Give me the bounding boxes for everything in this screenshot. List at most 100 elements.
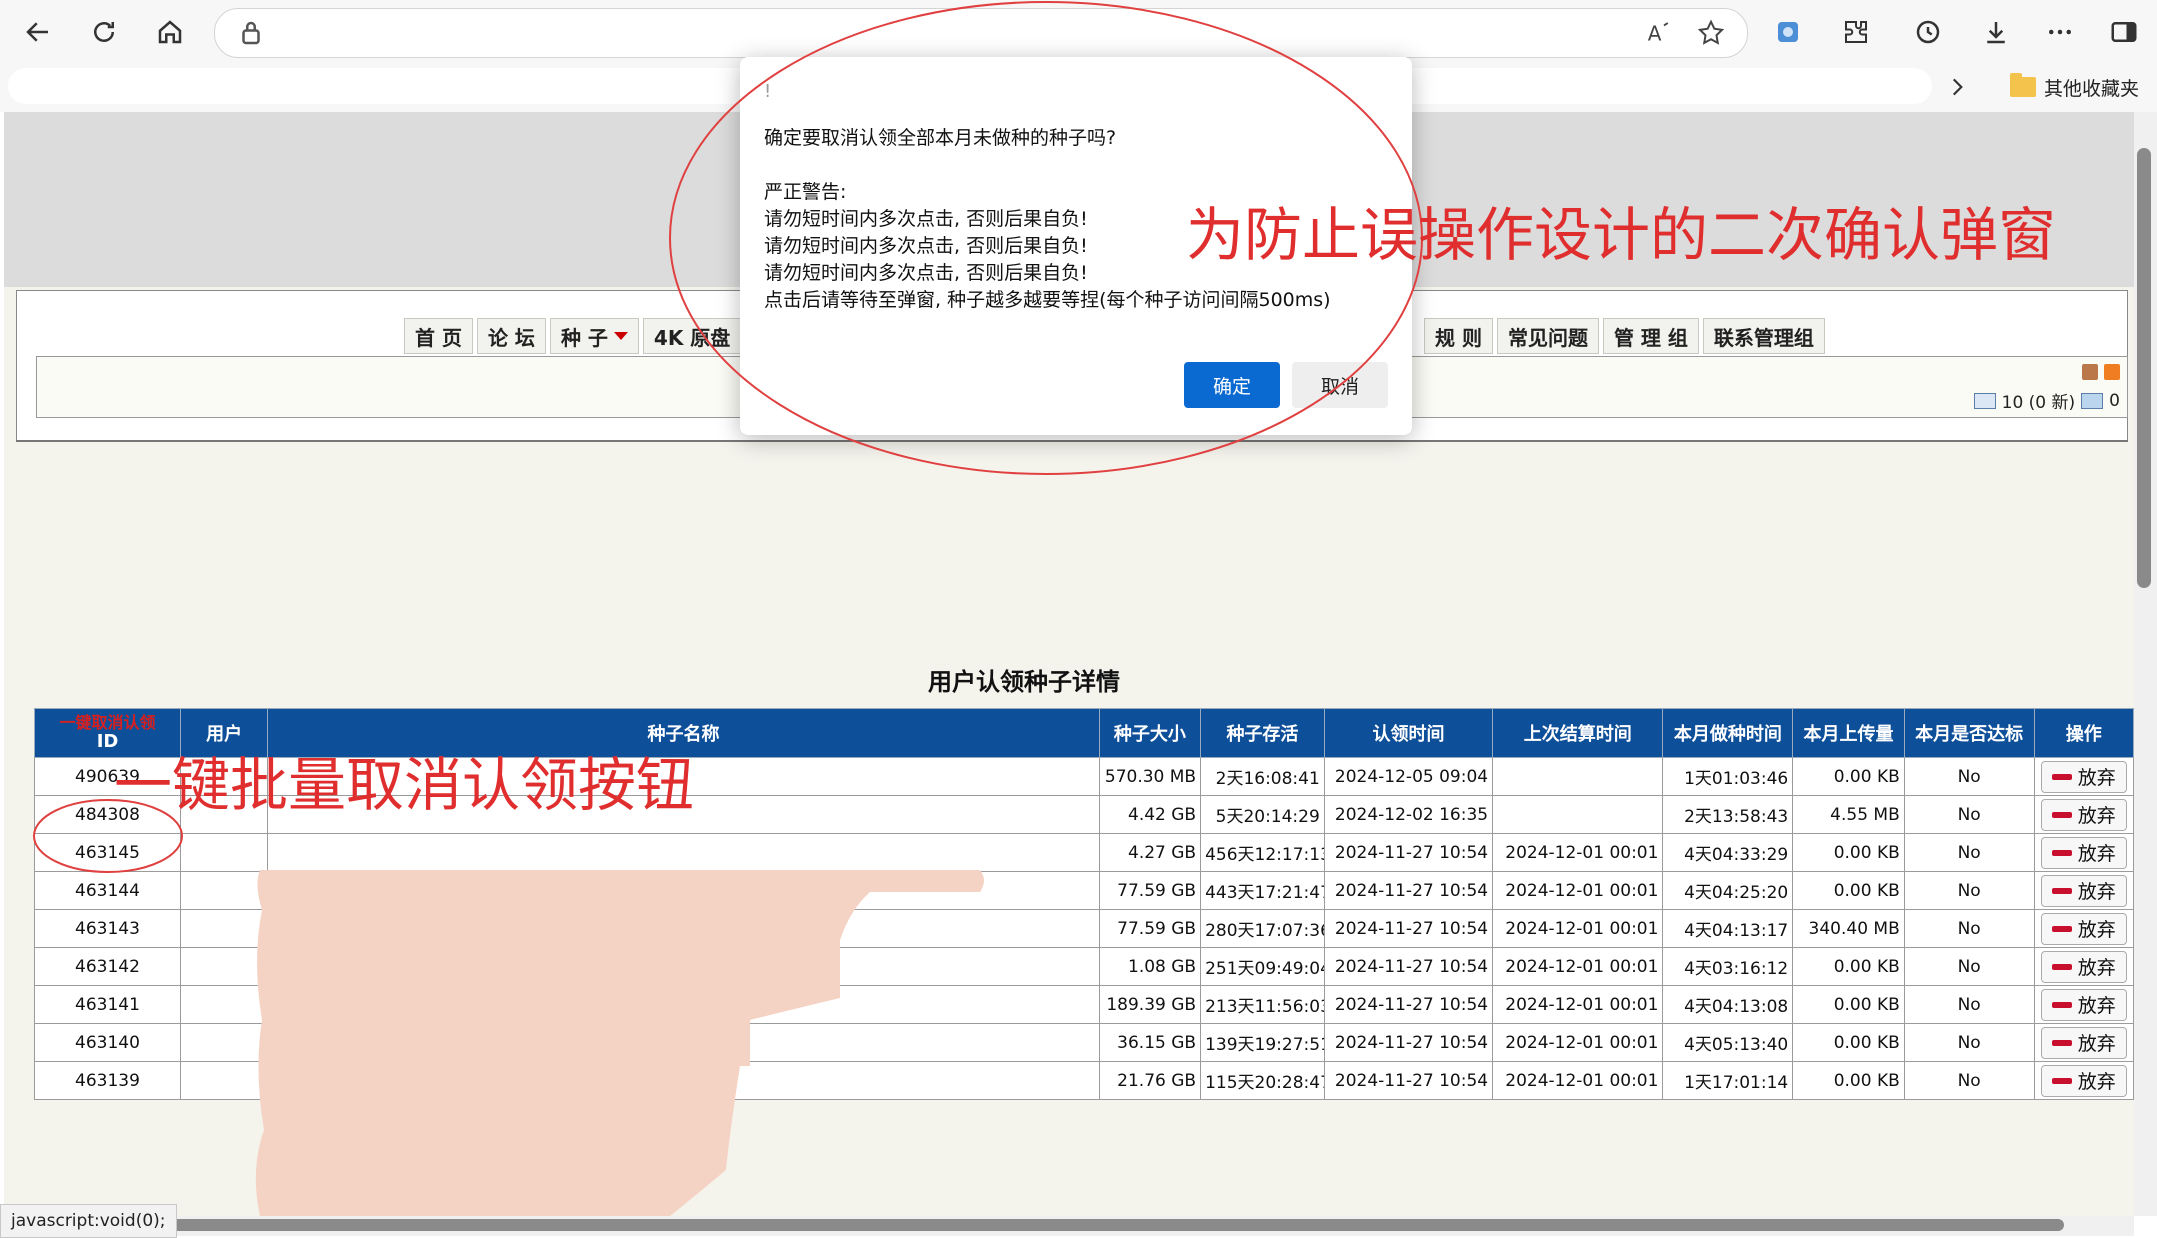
cell-seed-time: 4天04:13:17 (1662, 909, 1794, 948)
minus-icon (2051, 887, 2072, 894)
more-icon[interactable] (2038, 10, 2082, 54)
dialog-question: 确定要取消认领全部本月未做种的种子吗? (764, 127, 1117, 149)
nav-item-rules[interactable]: 规 则 (1424, 318, 1493, 354)
extension-icon[interactable] (1766, 10, 1810, 54)
nav-item-4k[interactable]: 4K 原盘 (642, 318, 742, 354)
give-up-label: 放弃 (2077, 843, 2116, 865)
read-aloud-icon[interactable]: A (1637, 11, 1681, 55)
give-up-button[interactable]: 放弃 (2040, 874, 2127, 907)
cancel-button[interactable]: 取消 (1292, 362, 1388, 408)
give-up-label: 放弃 (2077, 1071, 2116, 1093)
cell-upload: 0.00 KB (1792, 757, 1905, 796)
home-icon[interactable] (148, 10, 192, 54)
favorite-star-icon[interactable] (1689, 11, 1733, 55)
rss-icon[interactable] (2104, 364, 2120, 380)
give-up-button[interactable]: 放弃 (2040, 950, 2127, 983)
favorites-folder[interactable]: 其他收藏夹 (2010, 70, 2139, 104)
cell-qualified: No (1903, 757, 2035, 796)
cell-action: 放弃 (2033, 1023, 2135, 1062)
col-qualified: 本月是否达标 (1903, 708, 2035, 758)
give-up-button[interactable]: 放弃 (2040, 1064, 2127, 1097)
minus-icon (2051, 849, 2072, 856)
divider (16, 440, 2128, 442)
cell-size: 77.59 GB (1098, 909, 1202, 948)
cell-size: 1.08 GB (1098, 947, 1202, 986)
cell-claim-time: 2024-11-27 10:54 (1323, 1061, 1494, 1100)
give-up-button[interactable]: 放弃 (2040, 1026, 2127, 1059)
batch-unclaim-button[interactable]: 一键取消认领 (39, 714, 176, 731)
cell-size: 21.76 GB (1098, 1061, 1202, 1100)
lock-icon[interactable] (229, 11, 273, 55)
cell-action: 放弃 (2033, 985, 2135, 1024)
history-icon[interactable] (1906, 10, 1950, 54)
cell-claim-time: 2024-11-27 10:54 (1323, 985, 1494, 1024)
horizontal-scroll-thumb[interactable] (150, 1219, 2064, 1231)
cell-id: 463143 (33, 909, 182, 948)
give-up-label: 放弃 (2077, 995, 2116, 1017)
chevron-right-icon[interactable] (1944, 74, 1970, 104)
cell-last-settle: 2024-12-01 00:01 (1492, 909, 1664, 948)
cell-qualified: No (1903, 1061, 2035, 1100)
cell-qualified: No (1903, 795, 2035, 834)
cell-seed-time: 4天04:33:29 (1662, 833, 1794, 872)
ok-button[interactable]: 确定 (1184, 362, 1280, 408)
give-up-button[interactable]: 放弃 (2040, 912, 2127, 945)
cell-upload: 0.00 KB (1792, 1061, 1905, 1100)
cell-size: 4.42 GB (1098, 795, 1202, 834)
cell-size: 36.15 GB (1098, 1023, 1202, 1062)
nav-item-contact-staff[interactable]: 联系管理组 (1702, 318, 1825, 354)
cell-size: 570.30 MB (1098, 757, 1202, 796)
cell-id: 463144 (33, 871, 182, 910)
download-icon[interactable] (1974, 10, 2018, 54)
cell-last-settle: 2024-12-01 00:01 (1492, 833, 1664, 872)
cell-action: 放弃 (2033, 871, 2135, 910)
cell-torrent-name (267, 833, 1100, 872)
give-up-button[interactable]: 放弃 (2040, 836, 2127, 869)
nav-item-torrents[interactable]: 种 子 (549, 318, 639, 354)
give-up-label: 放弃 (2077, 919, 2116, 941)
cell-upload: 0.00 KB (1792, 833, 1905, 872)
dialog-warning-line: 点击后请等待至弹窗, 种子越多越要等捏(每个种子访问间隔500ms) (764, 289, 1331, 311)
cell-upload: 0.00 KB (1792, 985, 1905, 1024)
nav-item-home[interactable]: 首 页 (404, 318, 473, 354)
main-nav-left: 首 页 论 坛 种 子 4K 原盘 (404, 318, 742, 354)
nav-item-faq[interactable]: 常见问题 (1496, 318, 1599, 354)
cell-claim-time: 2024-11-27 10:54 (1323, 871, 1494, 910)
back-icon[interactable] (16, 10, 60, 54)
puzzle-icon[interactable] (1834, 10, 1878, 54)
user-quick-icons (2082, 364, 2120, 380)
address-bar[interactable]: A (214, 8, 1748, 58)
cell-id: 463145 (33, 833, 182, 872)
give-up-button[interactable]: 放弃 (2040, 798, 2127, 831)
give-up-label: 放弃 (2077, 767, 2116, 789)
cell-size: 4.27 GB (1098, 833, 1202, 872)
minus-icon (2051, 773, 2072, 780)
cell-alive: 443天17:21:47 (1200, 871, 1325, 910)
col-size: 种子大小 (1098, 708, 1202, 758)
friends-icon[interactable] (2082, 364, 2098, 380)
cell-last-settle: 2024-12-01 00:01 (1492, 1023, 1664, 1062)
cell-alive: 139天19:27:51 (1200, 1023, 1325, 1062)
nav-item-forum[interactable]: 论 坛 (476, 318, 546, 354)
browser-toolbar: A (0, 0, 2157, 64)
cell-seed-time: 4天05:13:40 (1662, 1023, 1794, 1062)
give-up-button[interactable]: 放弃 (2040, 988, 2127, 1021)
cell-upload: 4.55 MB (1792, 795, 1905, 834)
nav-item-staff[interactable]: 管 理 组 (1602, 318, 1699, 354)
cell-qualified: No (1903, 833, 2035, 872)
col-alive: 种子存活 (1200, 708, 1325, 758)
cell-alive: 5天20:14:29 (1200, 795, 1325, 834)
sidebar-icon[interactable] (2102, 10, 2146, 54)
cell-action: 放弃 (2033, 833, 2135, 872)
dialog-title: ! (764, 81, 772, 102)
caret-down-icon (613, 332, 628, 340)
cell-claim-time: 2024-11-27 10:54 (1323, 909, 1494, 948)
vertical-scroll-thumb[interactable] (2137, 148, 2151, 588)
give-up-button[interactable]: 放弃 (2040, 760, 2127, 793)
col-seed-time: 本月做种时间 (1662, 708, 1794, 758)
refresh-icon[interactable] (82, 10, 126, 54)
col-action: 操作 (2033, 708, 2135, 758)
cell-size: 189.39 GB (1098, 985, 1202, 1024)
inbox-count: 10 (0 新) (2001, 393, 2076, 413)
message-counter[interactable]: 10 (0 新) 0 (1973, 388, 2120, 413)
